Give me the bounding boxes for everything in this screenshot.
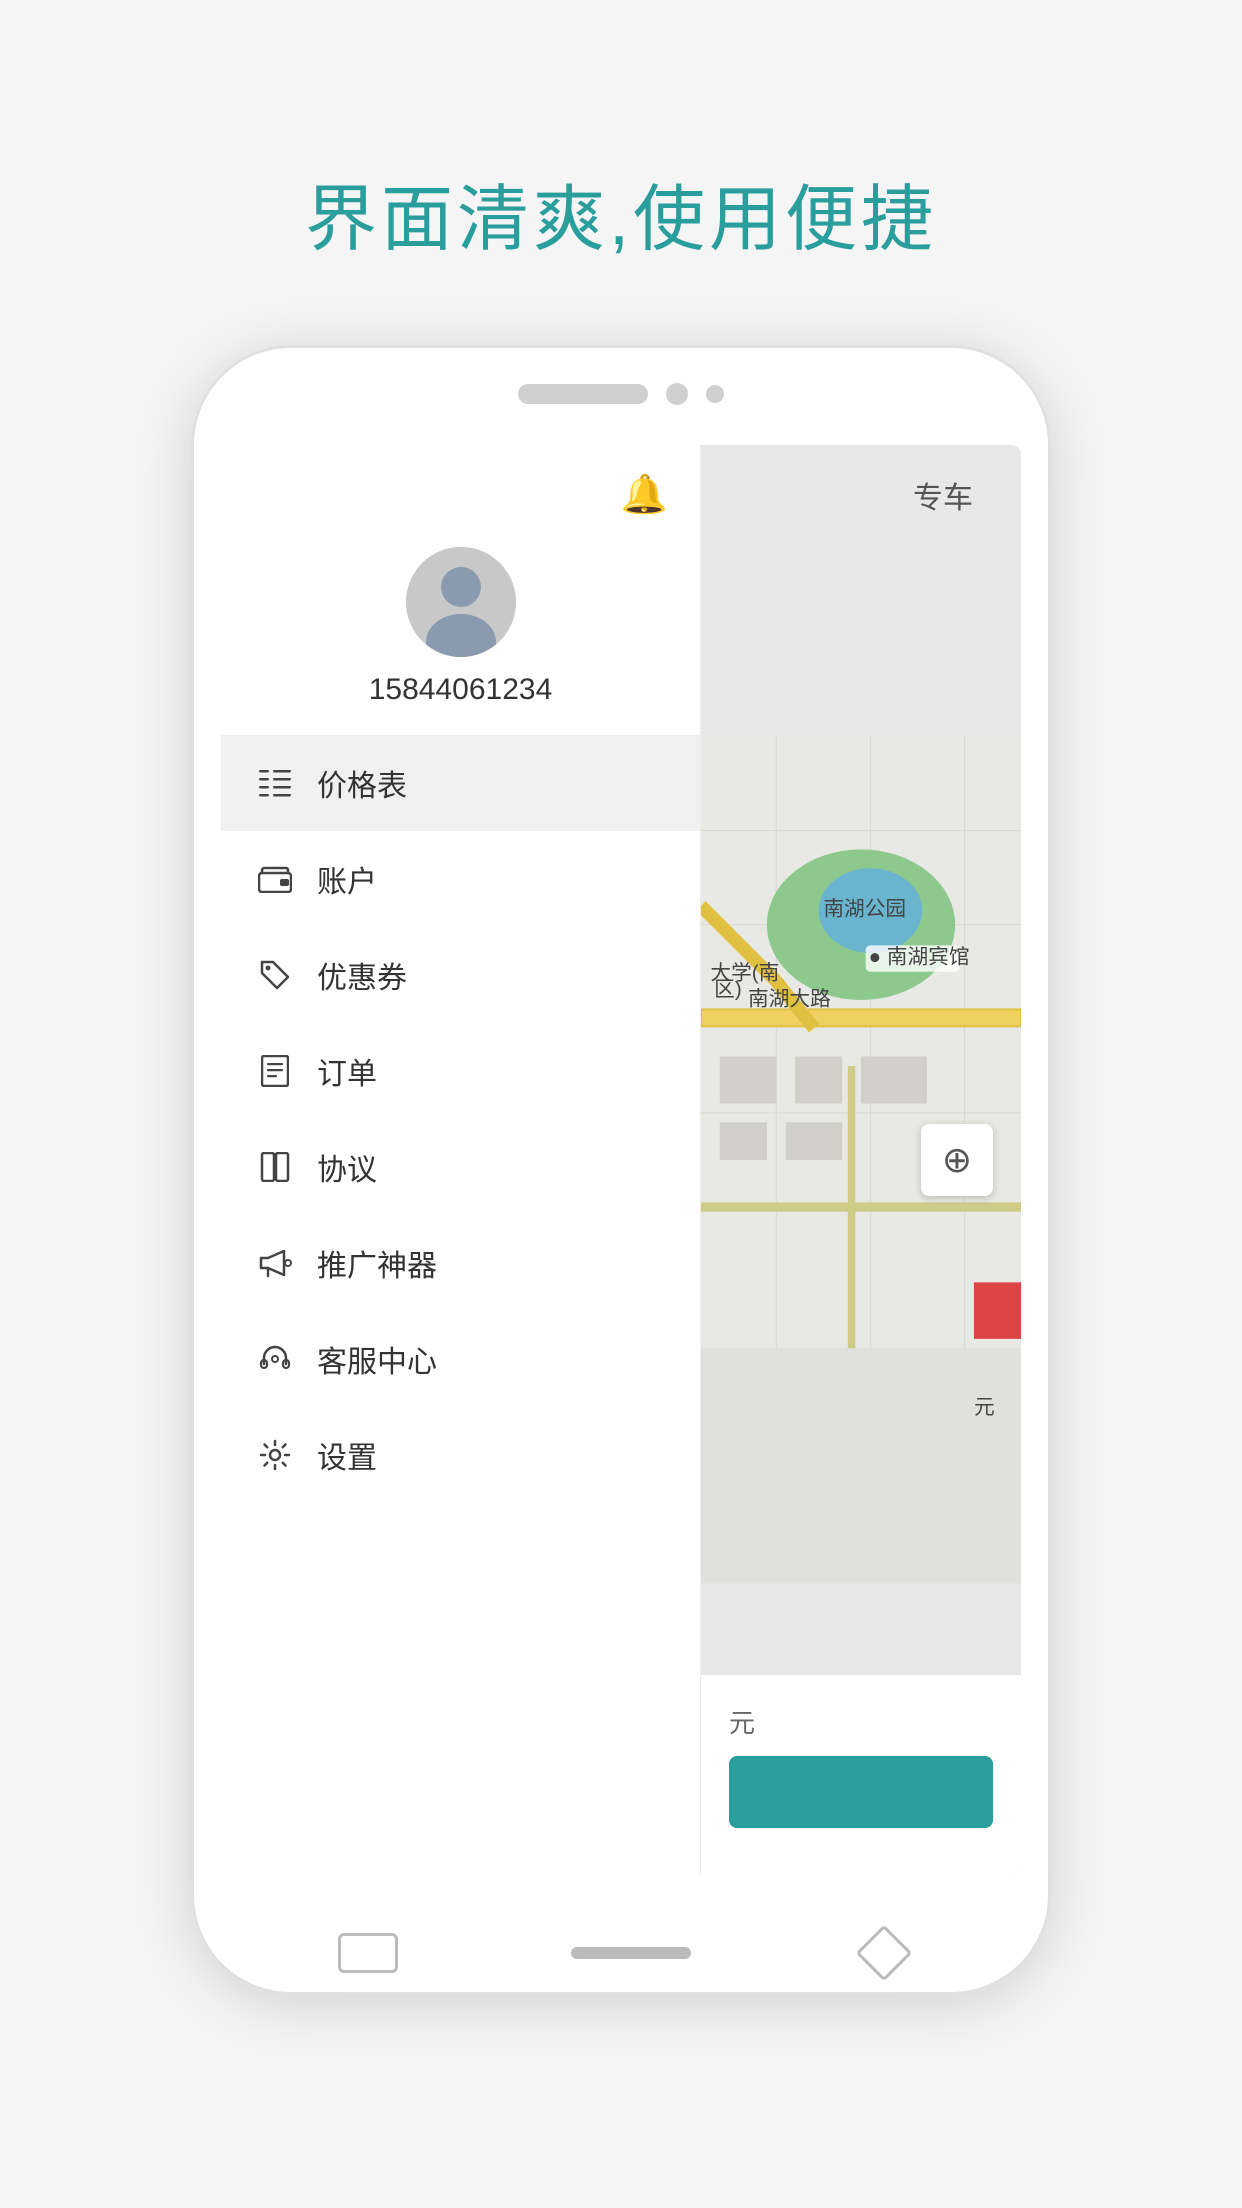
location-button[interactable]: ⊕ (921, 1124, 993, 1196)
target-icon: ⊕ (942, 1139, 972, 1181)
camera-dot2 (706, 385, 724, 403)
page-title: 界面清爽,使用便捷 (305, 160, 937, 265)
phone-mockup: 🔔 15844061234 (191, 345, 1051, 1995)
taxi-label: 专车 (913, 473, 973, 517)
menu-item-promo[interactable]: 推广神器 (221, 1215, 700, 1311)
menu-header: 🔔 (221, 445, 700, 527)
menu-label-agreement: 协议 (317, 1145, 377, 1189)
book-button[interactable] (729, 1756, 993, 1828)
screen-content: 🔔 15844061234 (221, 445, 1021, 1875)
svg-text:区): 区) (714, 978, 742, 1001)
tag-icon (257, 957, 293, 993)
menu-item-settings[interactable]: 设置 (221, 1407, 700, 1503)
phone-nav-bar (191, 1933, 1051, 1973)
svg-text:元: 元 (974, 1396, 995, 1419)
nav-back-button[interactable] (338, 1933, 398, 1973)
menu-label-support: 客服中心 (317, 1337, 437, 1381)
list-icon (257, 765, 293, 801)
menu-label-account: 账户 (317, 857, 377, 901)
gear-icon (257, 1437, 293, 1473)
svg-text:南湖公园: 南湖公园 (823, 897, 906, 920)
headset-icon (257, 1341, 293, 1377)
avatar (406, 547, 516, 657)
speaker (518, 384, 648, 404)
megaphone-icon (257, 1245, 293, 1281)
menu-label-price-list: 价格表 (317, 761, 407, 805)
nav-recent-button[interactable] (856, 1925, 913, 1982)
svg-text:● 南湖宾馆: ● 南湖宾馆 (869, 945, 970, 968)
menu-label-settings: 设置 (317, 1433, 377, 1477)
menu-label-coupon: 优惠券 (317, 953, 407, 997)
bell-icon[interactable]: 🔔 (621, 473, 668, 517)
menu-item-support[interactable]: 客服中心 (221, 1311, 700, 1407)
avatar-area: 15844061234 (221, 527, 700, 735)
map-panel: 南湖公园 南湖大路 ● 南湖宾馆 大学(南 区) 元 (701, 445, 1021, 1875)
menu-item-agreement[interactable]: 协议 (221, 1119, 700, 1215)
camera-dot (666, 383, 688, 405)
booking-panel: 元 (701, 1675, 1021, 1875)
phone-top-bar (518, 383, 724, 405)
svg-text:南湖大路: 南湖大路 (748, 988, 831, 1011)
nav-home-button[interactable] (571, 1947, 691, 1959)
menu-label-orders: 订单 (317, 1049, 377, 1093)
wallet-icon (257, 861, 293, 897)
receipt-icon (257, 1053, 293, 1089)
menu-item-coupon[interactable]: 优惠券 (221, 927, 700, 1023)
price-text: 元 (729, 1703, 993, 1740)
menu-panel: 🔔 15844061234 (221, 445, 701, 1875)
book-icon (257, 1149, 293, 1185)
menu-item-account[interactable]: 账户 (221, 831, 700, 927)
menu-label-promo: 推广神器 (317, 1241, 437, 1285)
menu-item-price-list[interactable]: 价格表 (221, 735, 700, 831)
menu-list: 价格表 账户 (221, 735, 700, 1875)
phone-screen: 🔔 15844061234 (221, 445, 1021, 1875)
menu-item-orders[interactable]: 订单 (221, 1023, 700, 1119)
user-phone: 15844061234 (369, 673, 553, 707)
